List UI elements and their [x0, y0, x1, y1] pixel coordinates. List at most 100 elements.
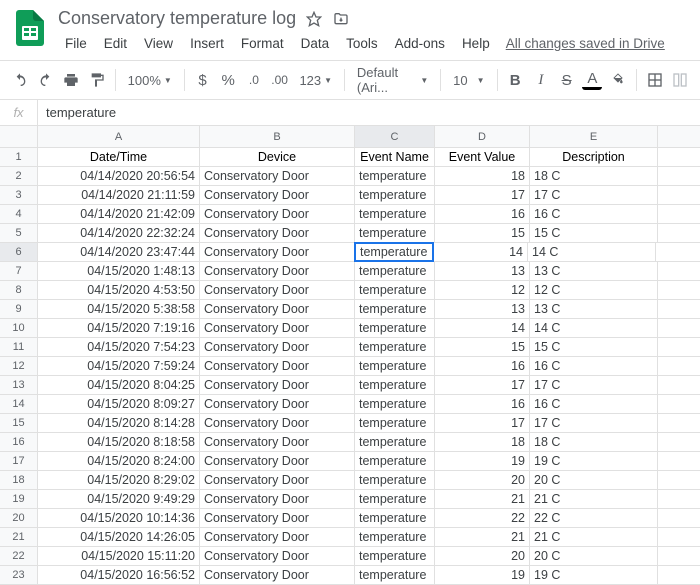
font-size-select[interactable]: 10▼ — [449, 67, 488, 93]
merge-cells-button[interactable] — [670, 66, 690, 94]
cell[interactable]: 17 — [435, 414, 530, 432]
row-header[interactable]: 22 — [0, 547, 38, 565]
menu-format[interactable]: Format — [234, 33, 291, 54]
cell[interactable]: 04/14/2020 21:11:59 — [38, 186, 200, 204]
row-header[interactable]: 18 — [0, 471, 38, 489]
cell[interactable]: 16 — [435, 205, 530, 223]
cell[interactable]: temperature — [355, 433, 435, 451]
cell[interactable]: 12 C — [530, 281, 658, 299]
paint-format-icon[interactable] — [87, 66, 107, 94]
cell[interactable]: Event Value — [435, 148, 530, 166]
cell[interactable]: 15 — [435, 224, 530, 242]
row-header[interactable]: 23 — [0, 566, 38, 584]
percent-button[interactable]: % — [218, 66, 238, 94]
cell[interactable]: Conservatory Door — [200, 452, 355, 470]
row-header[interactable]: 12 — [0, 357, 38, 375]
cell[interactable]: 04/14/2020 23:47:44 — [38, 243, 200, 261]
undo-icon[interactable] — [10, 66, 30, 94]
redo-icon[interactable] — [36, 66, 56, 94]
cell[interactable]: 14 — [433, 243, 528, 261]
cell[interactable]: temperature — [355, 528, 435, 546]
cell[interactable]: 04/14/2020 21:42:09 — [38, 205, 200, 223]
cell[interactable]: Conservatory Door — [200, 205, 355, 223]
cell[interactable]: 15 C — [530, 224, 658, 242]
cell[interactable]: temperature — [355, 357, 435, 375]
star-icon[interactable] — [306, 11, 322, 27]
cell[interactable]: 18 — [435, 433, 530, 451]
cell[interactable]: 04/15/2020 1:48:13 — [38, 262, 200, 280]
cell[interactable]: temperature — [355, 376, 435, 394]
cell[interactable]: 17 C — [530, 186, 658, 204]
cell[interactable]: Conservatory Door — [200, 281, 355, 299]
row-header[interactable]: 13 — [0, 376, 38, 394]
cell[interactable]: temperature — [355, 490, 435, 508]
cell[interactable]: 21 — [435, 528, 530, 546]
row-header[interactable]: 15 — [0, 414, 38, 432]
cell[interactable]: 15 — [435, 338, 530, 356]
cell[interactable]: 12 — [435, 281, 530, 299]
cell[interactable]: Conservatory Door — [200, 395, 355, 413]
cell[interactable]: Conservatory Door — [200, 471, 355, 489]
cell[interactable]: 13 C — [530, 262, 658, 280]
cell[interactable]: 04/15/2020 8:09:27 — [38, 395, 200, 413]
cell[interactable]: 04/15/2020 8:04:25 — [38, 376, 200, 394]
menu-data[interactable]: Data — [294, 33, 337, 54]
cell[interactable]: temperature — [355, 509, 435, 527]
menu-insert[interactable]: Insert — [183, 33, 231, 54]
cell[interactable]: 20 — [435, 547, 530, 565]
row-header[interactable]: 19 — [0, 490, 38, 508]
cell[interactable]: Conservatory Door — [200, 300, 355, 318]
row-header[interactable]: 8 — [0, 281, 38, 299]
cell[interactable]: 19 C — [530, 452, 658, 470]
menu-addons[interactable]: Add-ons — [388, 33, 452, 54]
folder-move-icon[interactable] — [332, 11, 350, 27]
cell[interactable]: 17 — [435, 376, 530, 394]
row-header[interactable]: 5 — [0, 224, 38, 242]
cell[interactable]: 04/15/2020 8:29:02 — [38, 471, 200, 489]
col-header-A[interactable]: A — [38, 126, 200, 147]
cell[interactable]: 15 C — [530, 338, 658, 356]
row-header[interactable]: 21 — [0, 528, 38, 546]
zoom-select[interactable]: 100%▼ — [124, 67, 176, 93]
row-header[interactable]: 3 — [0, 186, 38, 204]
cell[interactable]: 20 — [435, 471, 530, 489]
menu-help[interactable]: Help — [455, 33, 497, 54]
cell[interactable]: Conservatory Door — [200, 338, 355, 356]
cell[interactable]: temperature — [355, 167, 435, 185]
cell[interactable]: temperature — [355, 262, 435, 280]
row-header[interactable]: 9 — [0, 300, 38, 318]
text-color-button[interactable]: A — [582, 70, 602, 90]
cell[interactable]: 04/15/2020 7:54:23 — [38, 338, 200, 356]
col-header-D[interactable]: D — [435, 126, 530, 147]
formula-bar[interactable]: temperature — [38, 105, 700, 120]
cell[interactable]: 20 C — [530, 547, 658, 565]
cell[interactable]: 19 — [435, 452, 530, 470]
cell[interactable]: 04/15/2020 8:18:58 — [38, 433, 200, 451]
cell[interactable]: 04/14/2020 20:56:54 — [38, 167, 200, 185]
cell[interactable]: 17 C — [530, 414, 658, 432]
cell[interactable]: 04/15/2020 7:19:16 — [38, 319, 200, 337]
cell[interactable]: Conservatory Door — [200, 433, 355, 451]
cell[interactable]: temperature — [355, 205, 435, 223]
cell[interactable]: Conservatory Door — [200, 357, 355, 375]
cell[interactable]: temperature — [355, 452, 435, 470]
cell[interactable]: temperature — [355, 566, 435, 584]
row-header[interactable]: 10 — [0, 319, 38, 337]
cell[interactable]: 14 — [435, 319, 530, 337]
menu-file[interactable]: File — [58, 33, 94, 54]
bold-button[interactable]: B — [505, 66, 525, 94]
cell[interactable]: Conservatory Door — [200, 319, 355, 337]
cell[interactable]: 16 C — [530, 357, 658, 375]
strike-button[interactable]: S — [557, 66, 577, 94]
row-header[interactable]: 14 — [0, 395, 38, 413]
cell[interactable]: 04/15/2020 10:14:36 — [38, 509, 200, 527]
cell[interactable]: 16 — [435, 395, 530, 413]
cell[interactable]: 21 — [435, 490, 530, 508]
cell[interactable]: Conservatory Door — [200, 490, 355, 508]
cell[interactable]: 04/15/2020 4:53:50 — [38, 281, 200, 299]
borders-button[interactable] — [645, 66, 665, 94]
cell[interactable]: 04/15/2020 5:38:58 — [38, 300, 200, 318]
cell[interactable]: 19 — [435, 566, 530, 584]
font-select[interactable]: Default (Ari...▼ — [353, 67, 432, 93]
col-header-E[interactable]: E — [530, 126, 658, 147]
